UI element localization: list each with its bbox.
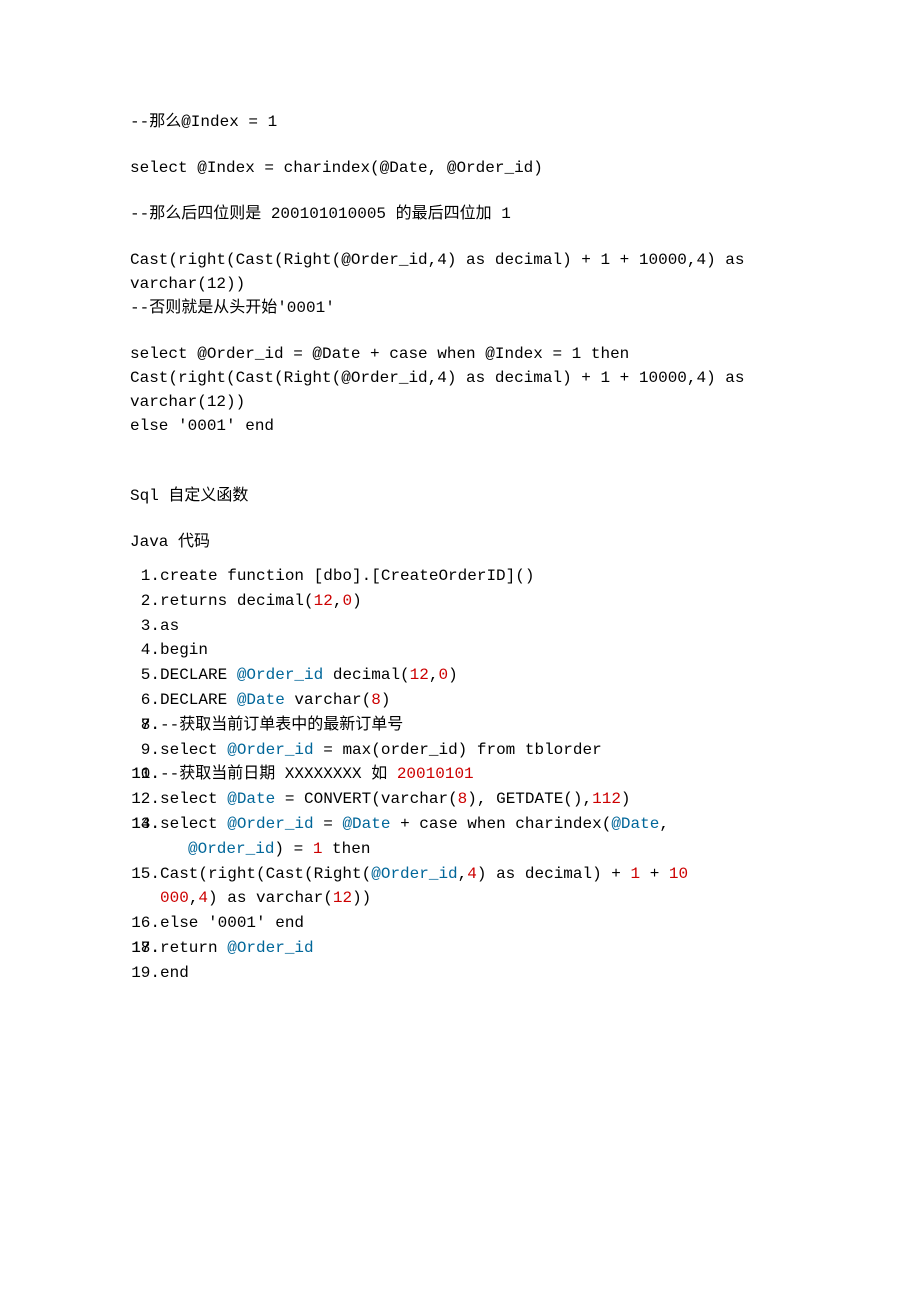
number: 20010101 (397, 765, 474, 783)
text: ) as varchar( (208, 889, 333, 907)
number: 10 (669, 865, 688, 883)
sql-cast-block: Cast(right(Cast(Right(@Order_id,4) as de… (130, 248, 790, 320)
text: = max(order_id) from tblorder (314, 741, 602, 759)
variable: @Order_id (227, 741, 313, 759)
text: return (160, 939, 227, 957)
text: as (160, 617, 179, 635)
variable: @Order_id (188, 840, 274, 858)
code-line: as (160, 614, 790, 639)
code-line: select @Order_id = max(order_id) from tb… (160, 738, 790, 763)
text: returns decimal (160, 592, 304, 610)
text: = (314, 815, 343, 833)
number: 12 (333, 889, 352, 907)
number: 1 (631, 865, 641, 883)
text: 1 (501, 205, 511, 223)
number: 0 (342, 592, 352, 610)
text: 的最后四位加 (386, 205, 501, 223)
text: , (189, 889, 199, 907)
code-line: end (160, 961, 790, 986)
code-line: select @Date = CONVERT(varchar(8), GETDA… (160, 787, 790, 812)
number: 4 (467, 865, 477, 883)
text: )) (352, 889, 371, 907)
variable: @Date (227, 790, 275, 808)
text: , (659, 815, 669, 833)
text: DECLARE (160, 666, 237, 684)
number: 1 (313, 840, 323, 858)
comment-last4: --那么后四位则是 200101010005 的最后四位加 1 (130, 202, 790, 226)
number: 12 (314, 592, 333, 610)
code-line: select @Order_id = @Date + case when cha… (160, 812, 790, 862)
text: ) = (274, 840, 312, 858)
text: select (160, 790, 227, 808)
sql-select-index: select @Index = charindex(@Date, @Order_… (130, 156, 790, 180)
text: + case when charindex( (390, 815, 611, 833)
code-line: begin (160, 638, 790, 663)
text: --获取当前订单表中的最新订单号 (160, 716, 403, 734)
number: 8 (371, 691, 381, 709)
document-page: --那么@Index = 1 select @Index = charindex… (0, 0, 920, 1302)
number: 8 (458, 790, 468, 808)
text: + (640, 865, 669, 883)
variable: @Order_id (227, 815, 313, 833)
text: select (160, 815, 227, 833)
text: end (160, 964, 189, 982)
code-line: returns decimal(12,0) (160, 589, 790, 614)
code-line: DECLARE @Date varchar(8) (160, 688, 790, 713)
text: ), GETDATE(), (467, 790, 592, 808)
text: decimal( (323, 666, 409, 684)
text: 200101010005 (271, 205, 386, 223)
variable: @Order_id (237, 666, 323, 684)
code-line: DECLARE @Order_id decimal(12,0) (160, 663, 790, 688)
code-line: else '0001' end (160, 911, 790, 936)
number: 112 (592, 790, 621, 808)
number: 000 (160, 889, 189, 907)
variable: @Order_id (371, 865, 457, 883)
text: varchar( (285, 691, 371, 709)
comment-index: --那么@Index = 1 (130, 110, 790, 134)
text: ) (381, 691, 391, 709)
text: Cast(right(Cast(Right( (160, 865, 371, 883)
number: 12 (410, 666, 429, 684)
text: --获取当前日期 XXXXXXXX 如 (160, 765, 397, 783)
sql-select-orderid: select @Order_id = @Date + case when @In… (130, 342, 790, 438)
text: else '0001' end (160, 914, 304, 932)
code-line: create function [dbo].[CreateOrderID]() (160, 564, 790, 589)
text: ) (621, 790, 631, 808)
text: ) as decimal) + (477, 865, 631, 883)
text: ( (304, 592, 314, 610)
text: = CONVERT(varchar( (275, 790, 457, 808)
text: , (458, 865, 468, 883)
text: ) (352, 592, 362, 610)
text: create function [dbo].[CreateOrderID]() (160, 567, 534, 585)
number: 0 (438, 666, 448, 684)
text: begin (160, 641, 208, 659)
variable: @Date (237, 691, 285, 709)
text: --那么后四位则是 (130, 205, 271, 223)
text: select (160, 741, 227, 759)
code-line: --获取当前订单表中的最新订单号 (160, 713, 790, 738)
code-line: --获取当前日期 XXXXXXXX 如 20010101 (160, 762, 790, 787)
variable: @Order_id (227, 939, 313, 957)
variable: @Date (611, 815, 659, 833)
number: 4 (198, 889, 208, 907)
code-line: Cast(right(Cast(Right(@Order_id,4) as de… (160, 862, 790, 912)
variable: @Date (342, 815, 390, 833)
text: DECLARE (160, 691, 237, 709)
text: , (333, 592, 343, 610)
heading-java-code: Java 代码 (130, 530, 790, 554)
text: then (322, 840, 370, 858)
text: ) (448, 666, 458, 684)
code-listing: create function [dbo].[CreateOrderID]() … (130, 564, 790, 986)
code-line: return @Order_id (160, 936, 790, 961)
heading-sql-udf: Sql 自定义函数 (130, 484, 790, 508)
